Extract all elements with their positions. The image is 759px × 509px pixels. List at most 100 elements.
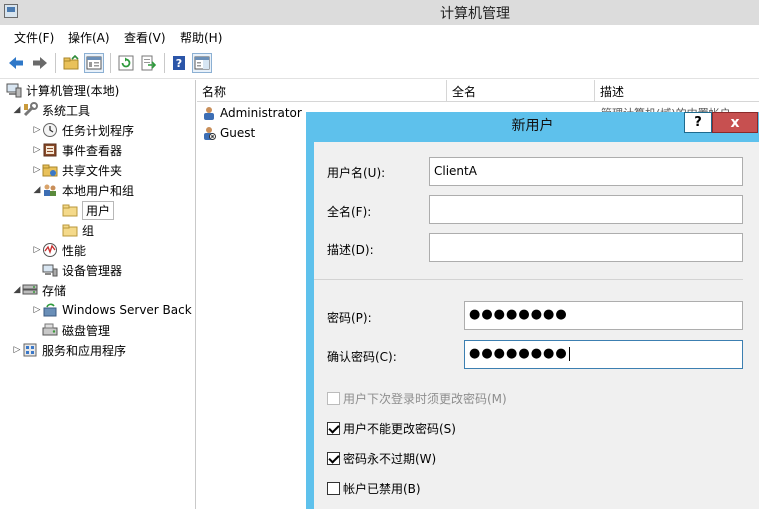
checkbox-box[interactable] xyxy=(327,481,340,495)
up-folder-icon[interactable] xyxy=(61,53,81,73)
collapsed-arrow-icon[interactable]: ▷ xyxy=(32,125,42,135)
tree-node-event-viewer[interactable]: ▷ 事件查看器 xyxy=(32,140,122,160)
menu-action[interactable]: 操作(A) xyxy=(68,29,110,46)
expanded-arrow-icon[interactable]: ◢ xyxy=(32,185,42,195)
storage-icon xyxy=(22,282,38,298)
tree-node-groups[interactable]: 组 xyxy=(62,220,94,240)
checkbox-box[interactable] xyxy=(327,421,340,435)
expanded-arrow-icon[interactable]: ◢ xyxy=(12,285,22,295)
menu-bar: 文件(F) 操作(A) 查看(V) 帮助(H) xyxy=(0,25,759,47)
checkbox-label: 用户不能更改密码(S) xyxy=(343,421,456,436)
column-header-name-label: 名称 xyxy=(202,85,227,99)
menu-help[interactable]: 帮助(H) xyxy=(180,29,222,46)
device-manager-icon xyxy=(42,262,58,278)
description-label: 描述(D): xyxy=(327,243,374,257)
menu-file[interactable]: 文件(F) xyxy=(14,29,54,46)
collapsed-arrow-icon[interactable]: ▷ xyxy=(32,245,42,255)
checkbox-box[interactable] xyxy=(327,391,340,405)
user-icon xyxy=(202,106,216,120)
folder-icon xyxy=(62,202,78,218)
list-item-guest[interactable]: Guest xyxy=(202,123,255,143)
account-disabled-checkbox[interactable]: 帐户已禁用(B) xyxy=(327,480,421,496)
shared-folder-icon xyxy=(42,162,58,178)
navigation-tree: 计算机管理(本地) ◢ 系统工具 ▷ 任务计划程序 ▷ 事件查看器 ▷ 共享文件… xyxy=(0,80,196,509)
collapsed-arrow-icon[interactable]: ▷ xyxy=(12,345,22,355)
tree-node-windows-server-backup[interactable]: ▷ Windows Server Back xyxy=(32,300,192,320)
cannot-change-password-checkbox[interactable]: 用户不能更改密码(S) xyxy=(327,420,456,436)
tree-node-services-apps[interactable]: ▷ 服务和应用程序 xyxy=(12,340,126,360)
users-group-icon xyxy=(42,182,58,198)
password-field[interactable]: ●●●●●●●● xyxy=(464,301,743,330)
tree-node-root[interactable]: 计算机管理(本地) xyxy=(6,80,119,100)
confirm-password-label: 确认密码(C): xyxy=(327,350,397,364)
folder-icon xyxy=(62,222,78,238)
back-arrow-icon[interactable] xyxy=(6,53,26,73)
text-caret xyxy=(568,346,570,361)
svg-text:?: ? xyxy=(176,57,182,70)
new-user-dialog: 新用户 ? x 用户名(U): ClientA 全名(F): 描述(D): 密码… xyxy=(306,112,759,509)
window-title: 计算机管理 xyxy=(440,6,510,22)
collapsed-arrow-icon[interactable]: ▷ xyxy=(32,305,42,315)
password-never-expires-checkbox[interactable]: 密码永不过期(W) xyxy=(327,450,436,466)
collapsed-arrow-icon[interactable]: ▷ xyxy=(32,165,42,175)
help-icon: ? xyxy=(694,115,702,130)
forward-arrow-icon[interactable] xyxy=(30,53,50,73)
column-header-description-label: 描述 xyxy=(600,85,625,99)
toolbar-separator xyxy=(110,53,111,73)
username-label: 用户名(U): xyxy=(327,166,386,180)
close-icon: x xyxy=(730,114,740,131)
export-list-icon[interactable] xyxy=(139,53,159,73)
confirm-password-field[interactable]: ●●●●●●●● xyxy=(464,340,743,369)
username-field[interactable]: ClientA xyxy=(429,157,743,186)
window-titlebar: 计算机管理 xyxy=(0,0,759,25)
must-change-password-checkbox[interactable]: 用户下次登录时须更改密码(M) xyxy=(327,390,507,406)
toolbar: ? xyxy=(0,47,759,79)
user-name: Administrator xyxy=(220,106,302,120)
toolbar-separator xyxy=(164,53,165,73)
divider xyxy=(314,279,743,280)
backup-icon xyxy=(42,302,58,318)
tree-node-system-tools[interactable]: ◢ 系统工具 xyxy=(12,100,90,120)
confirm-password-value: ●●●●●●●● xyxy=(469,346,568,361)
tree-node-local-users-groups[interactable]: ◢ 本地用户和组 xyxy=(32,180,134,200)
tree-node-performance[interactable]: ▷ 性能 xyxy=(32,240,86,260)
user-name: Guest xyxy=(220,126,256,140)
toolbar-separator xyxy=(55,53,56,73)
column-header-description[interactable]: 描述 xyxy=(595,80,759,102)
expanded-arrow-icon[interactable]: ◢ xyxy=(12,105,22,115)
checkbox-label: 帐户已禁用(B) xyxy=(343,481,421,496)
computer-management-icon xyxy=(6,82,22,98)
password-label: 密码(P): xyxy=(327,311,372,325)
password-value: ●●●●●●●● xyxy=(469,307,568,322)
disk-management-icon xyxy=(42,322,58,338)
list-item-administrator[interactable]: Administrator xyxy=(202,103,302,123)
checkbox-label: 用户下次登录时须更改密码(M) xyxy=(343,391,507,406)
checkbox-label: 密码永不过期(W) xyxy=(343,451,437,466)
tree-node-task-scheduler[interactable]: ▷ 任务计划程序 xyxy=(32,120,134,140)
performance-icon xyxy=(42,242,58,258)
column-header-fullname-label: 全名 xyxy=(452,85,477,99)
tree-node-users[interactable]: 用户 xyxy=(62,200,115,220)
dialog-body: 用户名(U): ClientA 全名(F): 描述(D): 密码(P): ●●●… xyxy=(314,142,759,509)
action-pane-icon[interactable] xyxy=(192,53,212,73)
menu-view[interactable]: 查看(V) xyxy=(124,29,166,46)
column-header-fullname[interactable]: 全名 xyxy=(447,80,595,102)
help-button[interactable]: ? xyxy=(684,112,712,133)
tree-node-storage[interactable]: ◢ 存储 xyxy=(12,280,66,300)
description-field[interactable] xyxy=(429,233,743,262)
tools-icon xyxy=(22,102,38,118)
fullname-label: 全名(F): xyxy=(327,205,372,219)
tree-node-device-manager[interactable]: 设备管理器 xyxy=(42,260,122,280)
close-button[interactable]: x xyxy=(712,112,758,133)
column-header-name[interactable]: 名称 xyxy=(197,80,447,102)
show-hide-tree-icon[interactable] xyxy=(84,53,104,73)
refresh-icon[interactable] xyxy=(116,53,136,73)
checkbox-box[interactable] xyxy=(327,451,340,465)
fullname-field[interactable] xyxy=(429,195,743,224)
clock-icon xyxy=(42,122,58,138)
tree-node-shared-folders[interactable]: ▷ 共享文件夹 xyxy=(32,160,122,180)
tree-node-disk-management[interactable]: 磁盘管理 xyxy=(42,320,110,340)
services-icon xyxy=(22,342,38,358)
collapsed-arrow-icon[interactable]: ▷ xyxy=(32,145,42,155)
help-icon[interactable]: ? xyxy=(169,53,189,73)
